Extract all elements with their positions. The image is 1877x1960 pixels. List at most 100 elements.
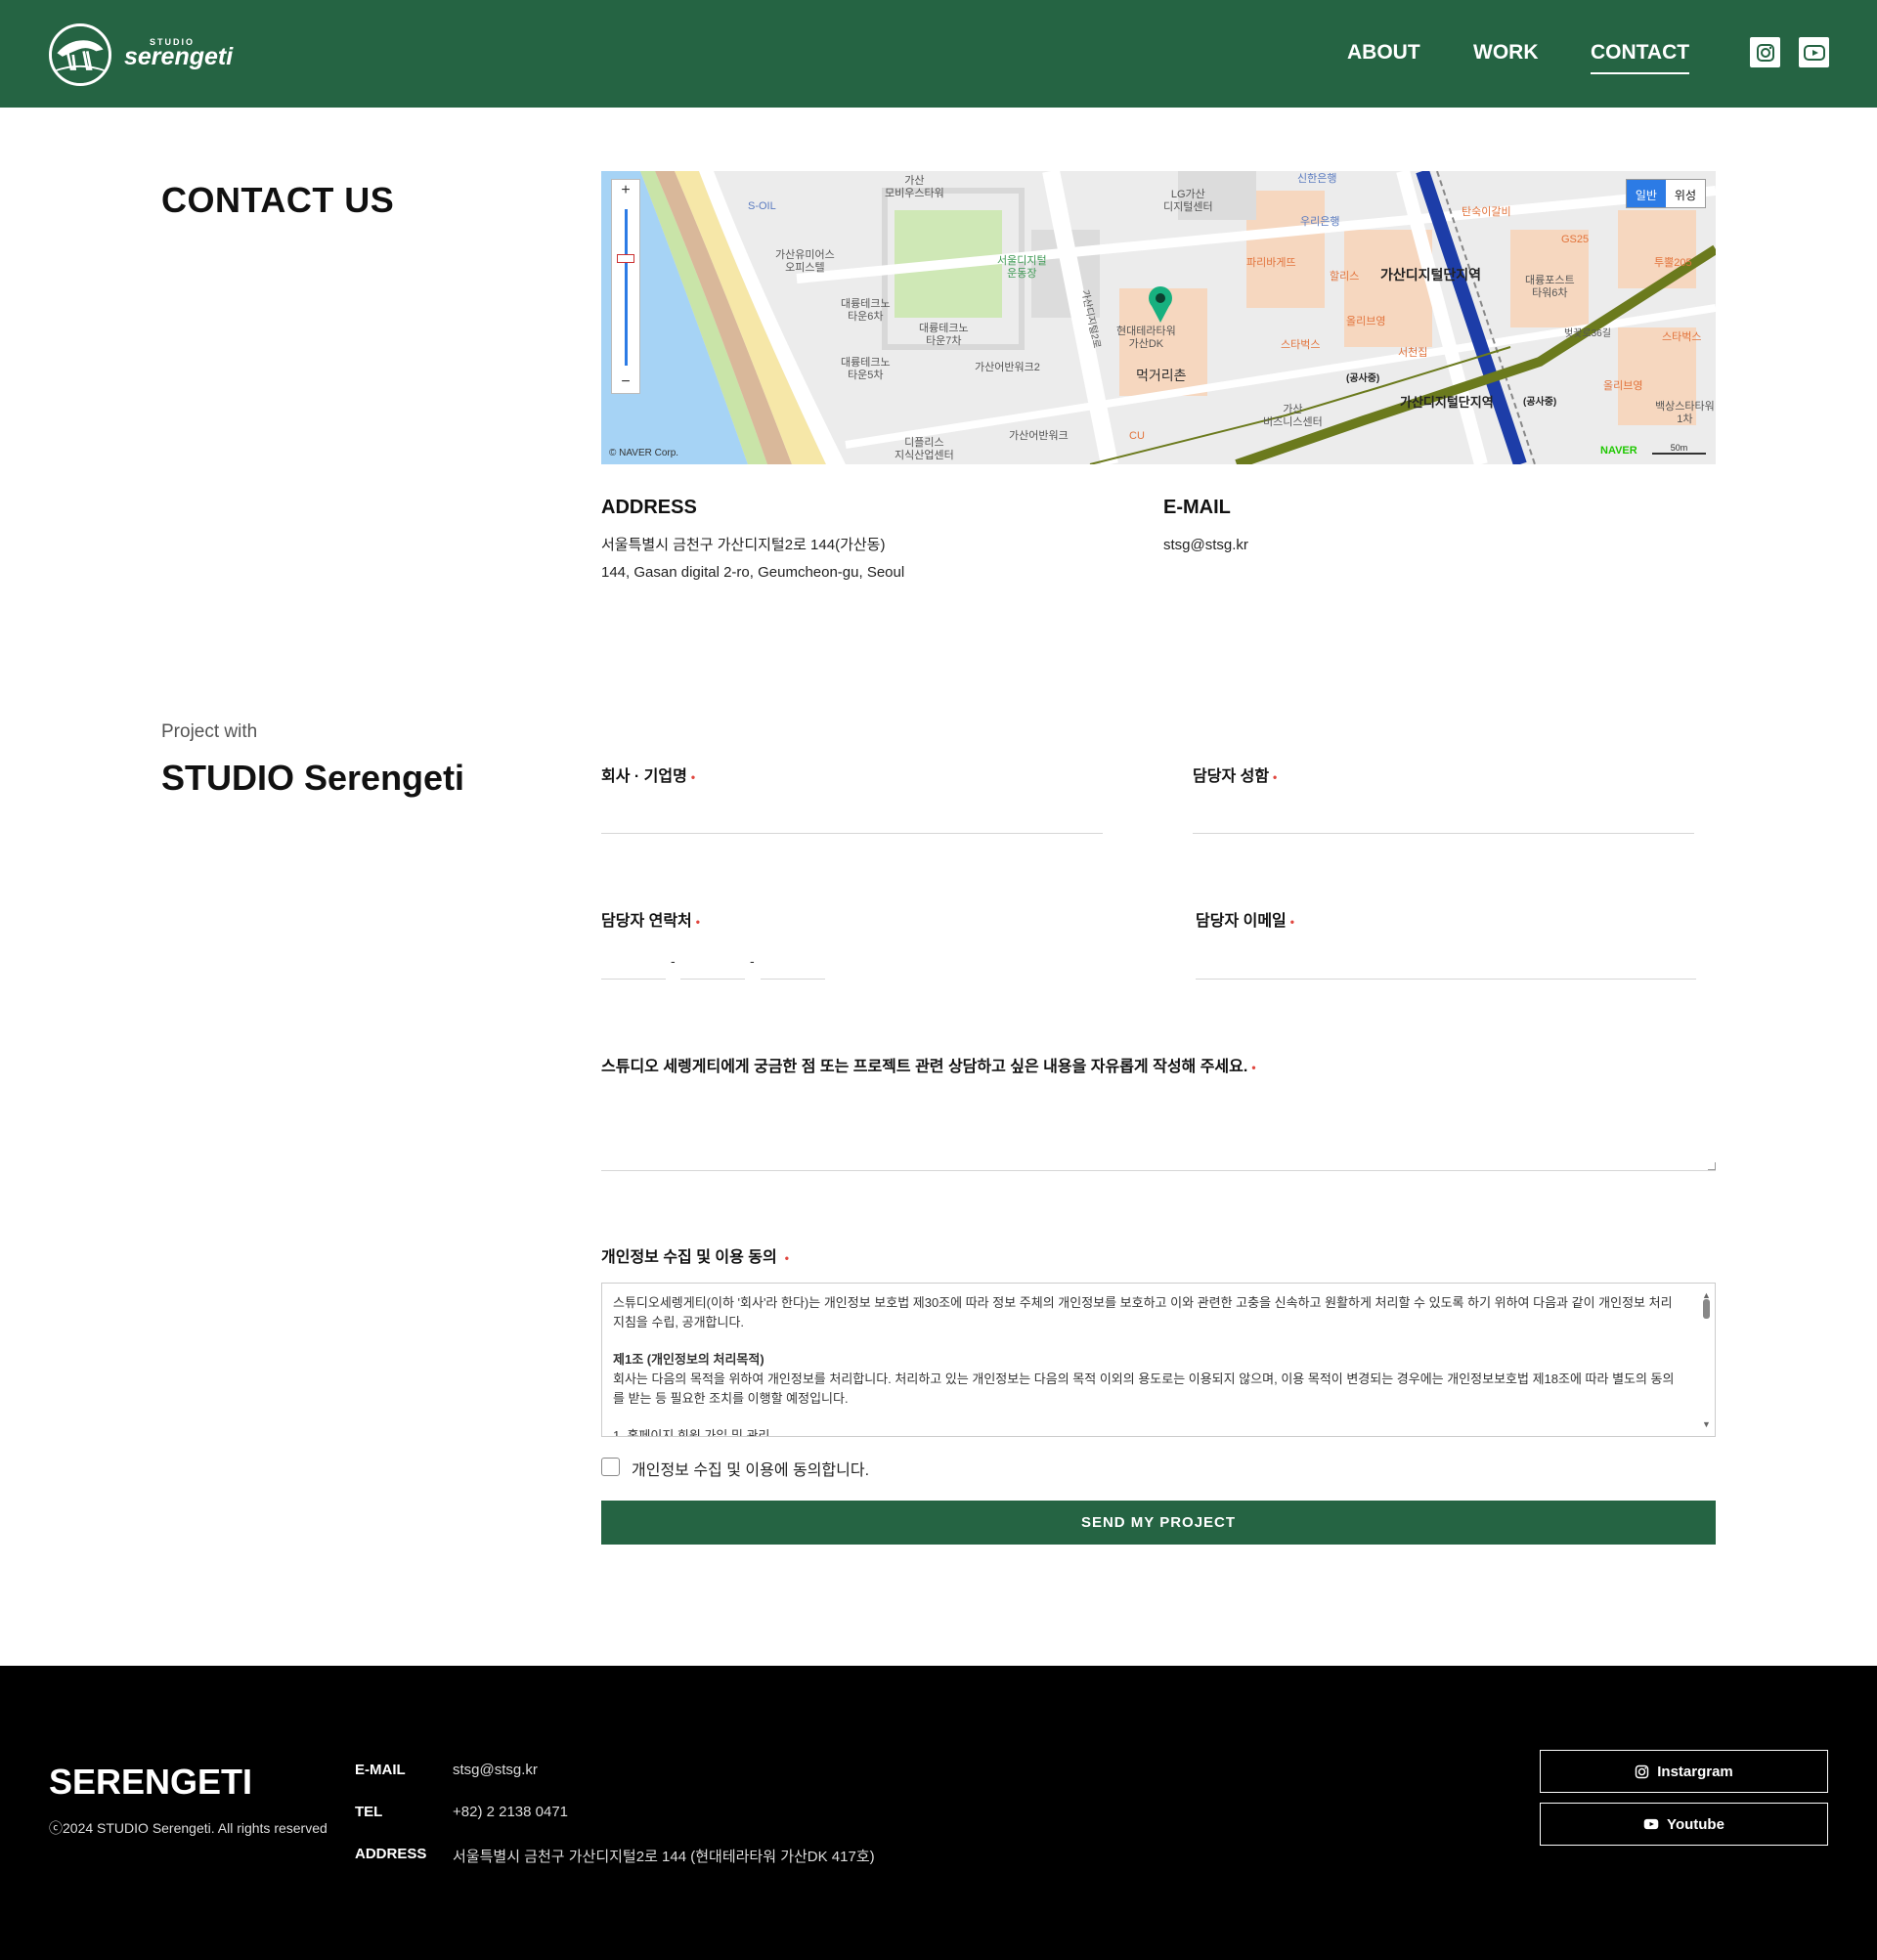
project-title: STUDIO Serengeti	[161, 758, 465, 798]
privacy-policy-box[interactable]: 스튜디오세렝게티(이하 '회사'라 한다)는 개인정보 보호법 제30조에 따라…	[601, 1283, 1716, 1437]
send-project-button[interactable]: SEND MY PROJECT	[601, 1501, 1716, 1545]
email-field-label: 담당자 이메일 •	[1196, 907, 1294, 931]
phone-label: 담당자 연락처 •	[601, 907, 700, 931]
map-type-satellite[interactable]: 위성	[1666, 180, 1705, 207]
map-label: 가산유미어스 오피스텔	[775, 249, 835, 274]
scroll-thumb[interactable]	[1703, 1299, 1710, 1319]
footer-youtube-label: Youtube	[1667, 1815, 1724, 1833]
resize-handle-icon[interactable]	[1708, 1162, 1716, 1170]
map-label: 서울디지털 운동장	[997, 255, 1047, 280]
contact-title: CONTACT US	[161, 180, 395, 220]
map-label: 현대테라타워 가산DK	[1116, 326, 1176, 350]
phone-input-2[interactable]	[680, 943, 745, 979]
naver-logo: NAVER	[1600, 445, 1637, 457]
map-label: 파리바게뜨	[1246, 257, 1296, 269]
name-label-text: 담당자 성함	[1193, 768, 1270, 785]
map-label: 대륭테크노 타운6차	[841, 298, 891, 323]
logo-emblem-icon	[49, 23, 111, 86]
map-label: 디플리스 지식산업센터	[895, 437, 954, 461]
map-label: 서천집	[1398, 347, 1428, 359]
map-label: 백상스타타워 1차	[1655, 401, 1715, 425]
name-underline	[1193, 833, 1694, 834]
phone-underline-1	[601, 979, 666, 980]
project-subtitle: Project with	[161, 721, 258, 742]
instagram-icon[interactable]	[1750, 37, 1780, 67]
map-type-toggle: 일반 위성	[1625, 179, 1706, 208]
required-mark: •	[690, 770, 696, 784]
logo-name-text: serengeti	[124, 43, 234, 70]
privacy-agree-checkbox[interactable]	[601, 1458, 620, 1476]
map-scale: 50m	[1652, 443, 1706, 455]
company-underline	[601, 833, 1103, 834]
privacy-agree-label[interactable]: 개인정보 수집 및 이용에 동의합니다.	[632, 1457, 869, 1480]
phone-label-text: 담당자 연락처	[601, 913, 692, 930]
map-type-normal[interactable]: 일반	[1626, 180, 1666, 207]
zoom-in-button[interactable]: +	[612, 180, 639, 201]
nav-about[interactable]: ABOUT	[1347, 41, 1420, 65]
location-map[interactable]: + − 일반 위성 S-OIL 가산 모비우스타워 LG가산 디지털센터 신한은…	[601, 171, 1716, 464]
footer-brand: SERENGETI	[49, 1762, 253, 1802]
footer-address-label: ADDRESS	[355, 1846, 427, 1862]
address-heading: ADDRESS	[601, 497, 697, 518]
name-label: 담당자 성함 •	[1193, 762, 1277, 786]
instagram-icon	[1635, 1764, 1649, 1778]
required-mark: •	[1273, 770, 1278, 784]
nav-contact[interactable]: CONTACT	[1591, 41, 1690, 74]
map-label: (공사중)	[1346, 373, 1380, 384]
map-label: 벚꽃로36길	[1564, 328, 1611, 339]
map-label: 가산 모비우스타워	[885, 175, 944, 199]
message-textarea[interactable]	[601, 1085, 1716, 1171]
map-label: GS25	[1561, 234, 1590, 245]
footer-tel-label: TEL	[355, 1804, 383, 1820]
map-label: 우리은행	[1300, 216, 1340, 228]
map-label: 투뿔205	[1654, 257, 1692, 269]
site-footer: SERENGETI ⓒ2024 STUDIO Serengeti. All ri…	[0, 1666, 1877, 1960]
map-label: 가산어반워크2	[975, 362, 1040, 373]
scroll-down-icon[interactable]: ▼	[1702, 1415, 1711, 1434]
youtube-icon[interactable]	[1799, 37, 1829, 67]
zoom-slider-handle[interactable]	[617, 254, 634, 263]
required-mark: •	[695, 915, 700, 929]
site-header: STUDIO serengeti ABOUT WORK CONTACT	[0, 0, 1877, 108]
logo[interactable]: STUDIO serengeti	[49, 23, 235, 86]
map-label: 올리브영	[1346, 316, 1386, 327]
map-label: 할리스	[1330, 271, 1360, 283]
required-mark: •	[1289, 915, 1294, 929]
required-mark: •	[784, 1251, 789, 1265]
map-label: 탄숙이갈비	[1462, 206, 1511, 218]
map-label: 먹거리촌	[1136, 368, 1187, 383]
footer-instagram-button[interactable]: Instargram	[1540, 1750, 1828, 1793]
address-korean: 서울특별시 금천구 가산디지털2로 144(가산동)	[601, 537, 886, 553]
company-input[interactable]	[601, 797, 1103, 832]
map-label: 신한은행	[1297, 173, 1337, 185]
required-mark: •	[1251, 1061, 1256, 1074]
email-underline	[1196, 979, 1696, 980]
footer-youtube-button[interactable]: Youtube	[1540, 1803, 1828, 1846]
company-label: 회사 · 기업명 •	[601, 762, 695, 786]
privacy-scrollbar[interactable]: ▲ ▼	[1699, 1284, 1715, 1436]
zoom-out-button[interactable]: −	[612, 371, 639, 393]
footer-copyright: ⓒ2024 STUDIO Serengeti. All rights reser…	[49, 1820, 327, 1836]
phone-underline-2	[680, 979, 745, 980]
company-label-text: 회사 · 기업명	[601, 768, 687, 785]
map-label: 올리브영	[1603, 380, 1643, 392]
map-label: 가산 비즈니스센터	[1263, 404, 1323, 428]
phone-input-1[interactable]	[601, 943, 666, 979]
privacy-item: 1. 홈페이지 회원 가입 및 관리	[613, 1428, 770, 1437]
map-label: 가산디지털단지역	[1380, 267, 1482, 283]
name-input[interactable]	[1193, 797, 1694, 832]
footer-instagram-label: Instargram	[1657, 1763, 1733, 1780]
map-label: S-OIL	[748, 200, 776, 212]
message-label: 스튜디오 세렝게티에게 궁금한 점 또는 프로젝트 관련 상담하고 싶은 내용을…	[601, 1053, 1256, 1076]
map-label: 대륭테크노 타운7차	[919, 323, 969, 347]
email-heading: E-MAIL	[1163, 497, 1231, 518]
privacy-intro: 스튜디오세렝게티(이하 '회사'라 한다)는 개인정보 보호법 제30조에 따라…	[613, 1295, 1673, 1329]
email-field-label-text: 담당자 이메일	[1196, 913, 1287, 930]
footer-address-value: 서울특별시 금천구 가산디지털2로 144 (현대테라타워 가산DK 417호)	[453, 1849, 875, 1865]
nav-work[interactable]: WORK	[1473, 41, 1539, 65]
map-label: LG가산 디지털센터	[1163, 189, 1213, 213]
map-background	[601, 171, 1716, 464]
email-input[interactable]	[1196, 943, 1696, 979]
phone-separator: -	[671, 953, 676, 969]
phone-input-3[interactable]	[761, 943, 825, 979]
